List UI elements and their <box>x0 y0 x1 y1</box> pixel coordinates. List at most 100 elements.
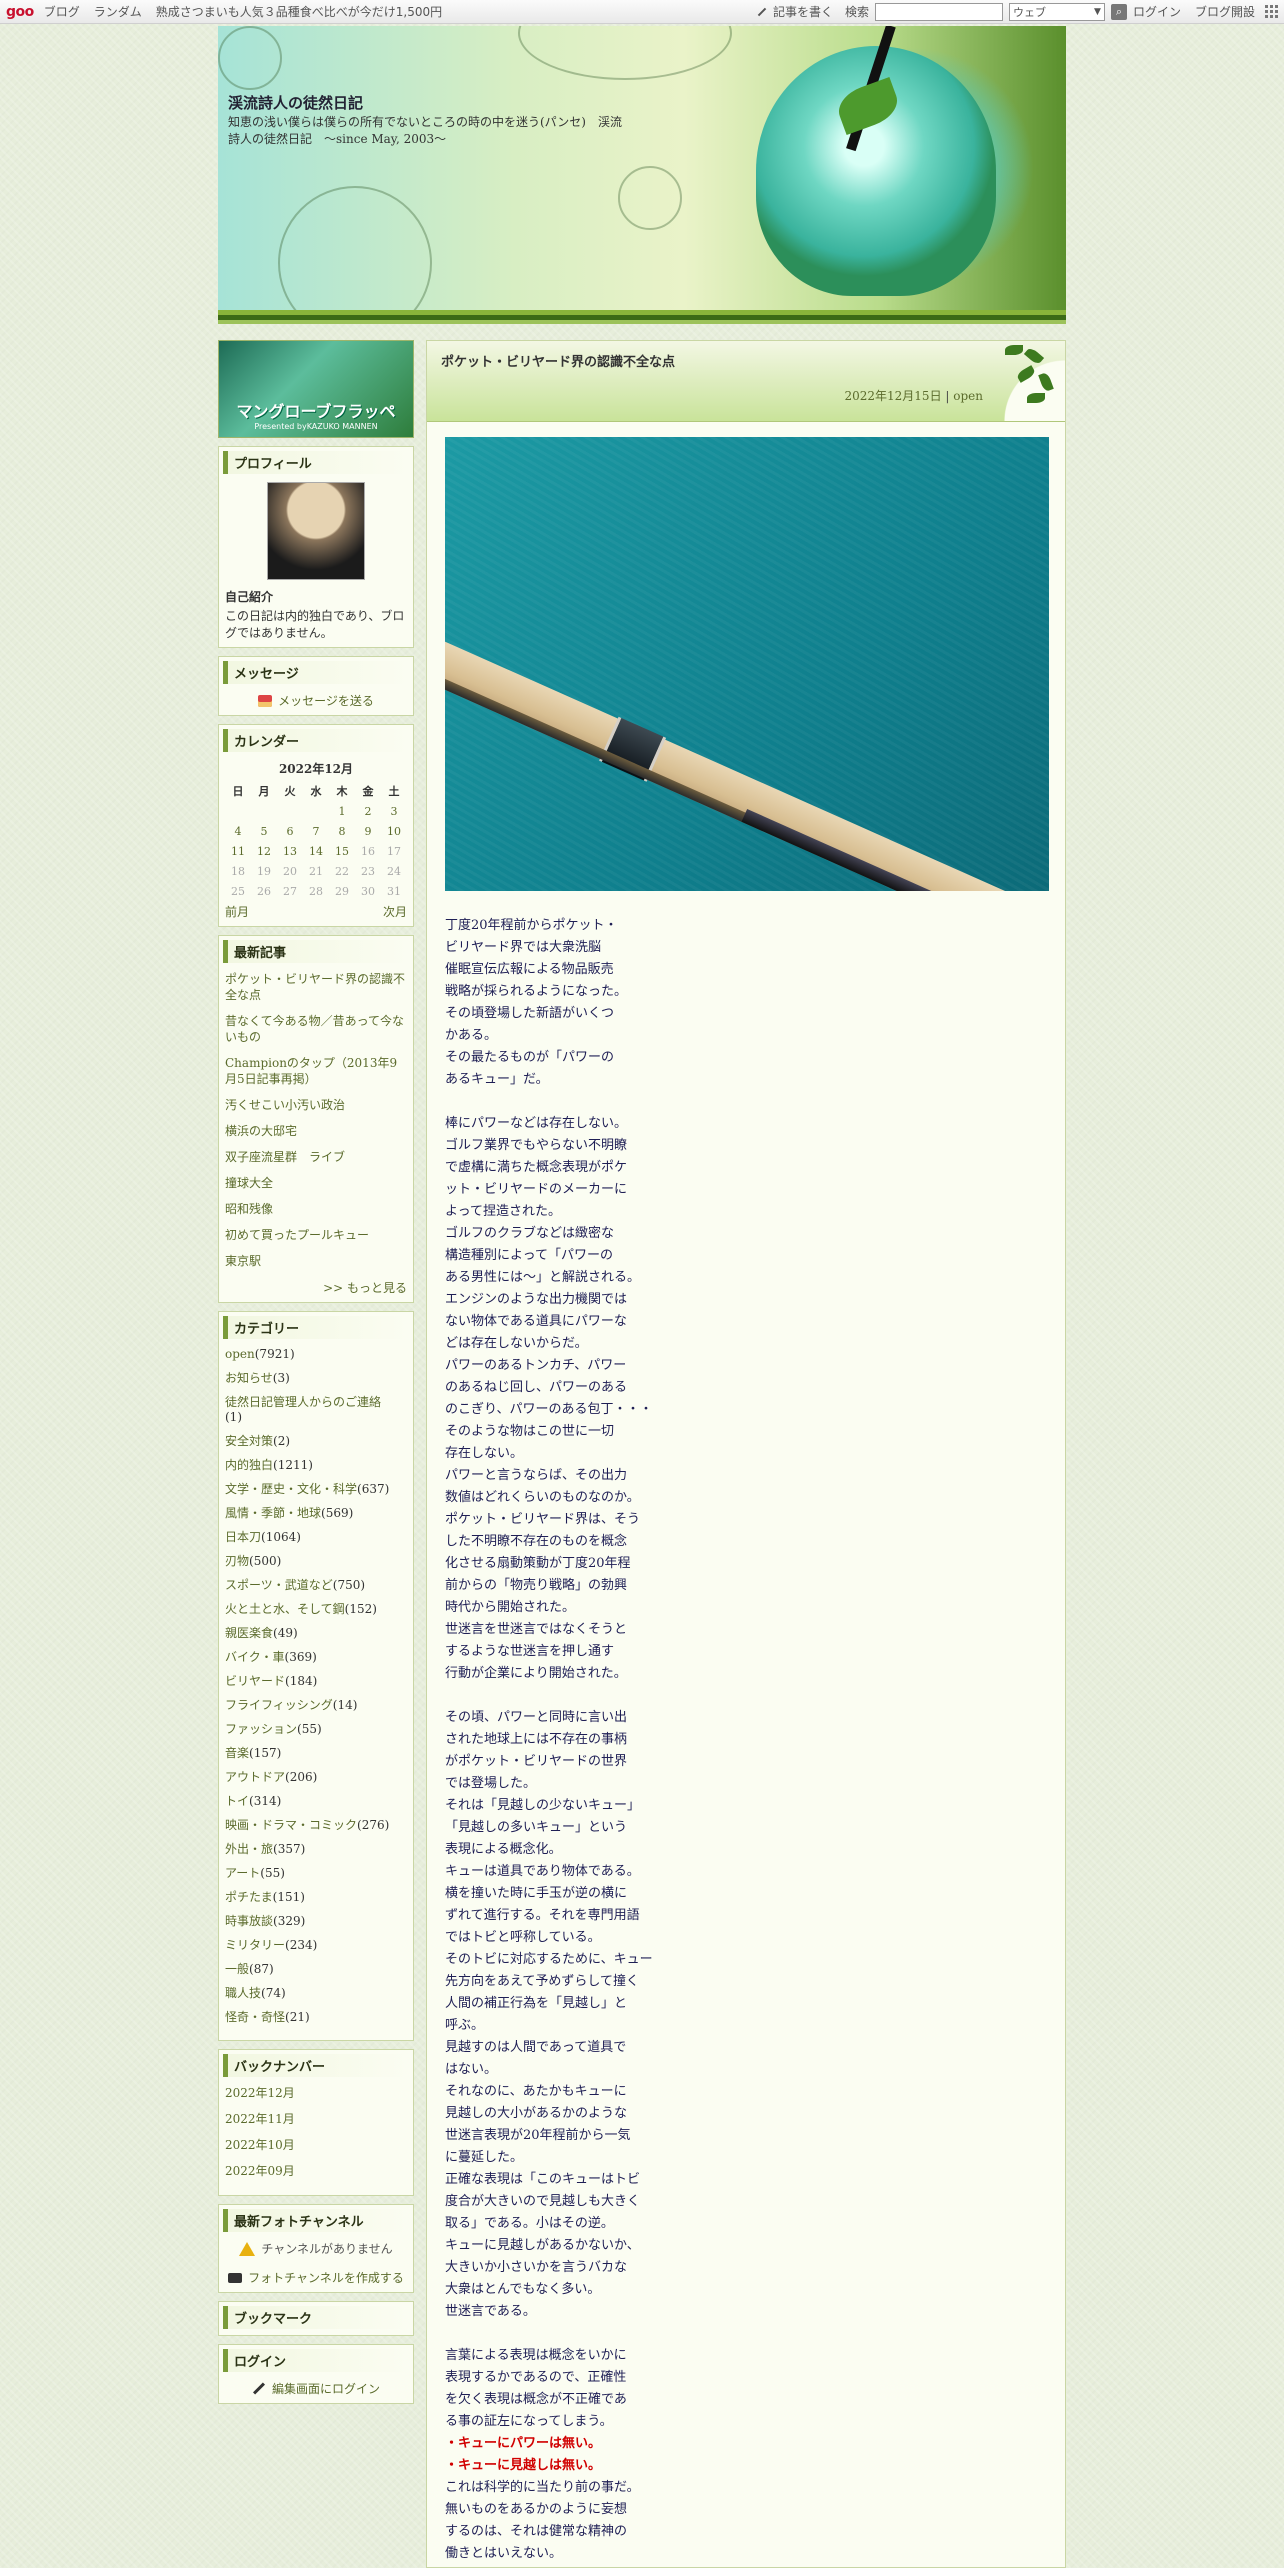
photochannel-heading: 最新フォトチャンネル <box>223 2209 409 2232</box>
calendar-day-link[interactable]: 4 <box>235 825 242 838</box>
blog-title[interactable]: 渓流詩人の徒然日記 <box>228 92 363 113</box>
category-link[interactable]: 一般 <box>225 1962 249 1976</box>
topbar-link-random[interactable]: ランダム <box>94 3 142 20</box>
category-link[interactable]: お知らせ <box>225 1371 273 1385</box>
recent-post-link[interactable]: 昭和残像 <box>225 1202 273 1216</box>
category-count: (151) <box>272 1890 305 1904</box>
search-button[interactable]: ⌕ <box>1110 3 1127 20</box>
calendar-day-link[interactable]: 13 <box>283 845 297 858</box>
recent-post-link[interactable]: 横浜の大邸宅 <box>225 1124 297 1138</box>
calendar-day-link[interactable]: 3 <box>391 805 398 818</box>
calendar-day-link[interactable]: 6 <box>287 825 294 838</box>
profile-box: プロフィール 自己紹介 この日記は内的独白であり、ブログではありません。 <box>218 446 414 648</box>
search-label: 検索 <box>844 5 869 19</box>
backnumber-link[interactable]: 2022年11月 <box>225 2112 295 2126</box>
recent-post-link[interactable]: 東京駅 <box>225 1254 261 1268</box>
category-link[interactable]: 親医楽食 <box>225 1626 273 1640</box>
create-channel-link[interactable]: フォトチャンネルを作成する <box>248 2269 404 2286</box>
calendar-next-link[interactable]: 次月 <box>383 903 407 920</box>
calendar-day-link[interactable]: 7 <box>313 825 320 838</box>
recent-post-link[interactable]: 撞球大全 <box>225 1176 273 1190</box>
search-scope-select[interactable]: ウェブ ▼ <box>1008 2 1105 21</box>
calendar-day-link[interactable]: 14 <box>309 845 323 858</box>
main-content: ポケット・ビリヤード界の認識不全な点 2022年12月15日 | open 丁度… <box>426 340 1066 2568</box>
category-link[interactable]: 怪奇・奇怪 <box>225 2010 285 2024</box>
category-link[interactable]: 日本刀 <box>225 1530 261 1544</box>
category-count: (74) <box>261 1986 286 2000</box>
category-link[interactable]: 時事放談 <box>225 1914 273 1928</box>
recent-post-link[interactable]: 初めて買ったプールキュー <box>225 1228 369 1242</box>
calendar-heading: カレンダー <box>223 729 409 752</box>
category-link[interactable]: 安全対策 <box>225 1434 273 1448</box>
category-link[interactable]: トイ <box>225 1794 249 1808</box>
blog-header: 渓流詩人の徒然日記 知恵の浅い僕らは僕らの所有でないところの時の中を迷う(パンセ… <box>218 26 1066 310</box>
grid-menu-icon[interactable] <box>1265 5 1278 18</box>
category-link[interactable]: スポーツ・武道など <box>225 1578 333 1592</box>
avatar[interactable] <box>267 482 365 580</box>
recent-posts-heading: 最新記事 <box>223 940 409 963</box>
category-link[interactable]: 風情・季節・地球 <box>225 1506 321 1520</box>
weekday-mon: 月 <box>258 785 270 798</box>
category-link[interactable]: アート <box>225 1866 260 1880</box>
calendar-day-link[interactable]: 12 <box>257 845 271 858</box>
cue-edge <box>445 649 1049 891</box>
category-count: (55) <box>297 1722 322 1736</box>
calendar-prev-link[interactable]: 前月 <box>225 903 249 920</box>
backnumber-link[interactable]: 2022年12月 <box>225 2086 295 2100</box>
recent-post-link[interactable]: Championのタップ（2013年9月5日記事再掲） <box>225 1056 397 1086</box>
send-message-link[interactable]: メッセージを送る <box>278 692 374 709</box>
topbar-ad-link[interactable]: 熟成さつまいも人気３品種食べ比べが今だけ1,500円 <box>156 3 442 20</box>
category-link[interactable]: フライフィッシング <box>225 1698 333 1712</box>
post-paragraph: 棒にパワーなどは存在しない。 ゴルフ業界でもやらない不明瞭 で虚構に満ちた概念表… <box>445 1116 653 1681</box>
category-link[interactable]: 文学・歴史・文化・科学 <box>225 1482 357 1496</box>
calendar-day-link[interactable]: 9 <box>365 825 372 838</box>
category-link[interactable]: 火と土と水、そして鋼 <box>225 1602 345 1616</box>
backnumber-link[interactable]: 2022年10月 <box>225 2138 295 2152</box>
login-link[interactable]: ログイン <box>1133 3 1181 20</box>
category-link[interactable]: 映画・ドラマ・コミック <box>225 1818 357 1832</box>
search-input[interactable] <box>874 2 1003 21</box>
calendar-day-link[interactable]: 5 <box>261 825 268 838</box>
category-link[interactable]: ポチたま <box>225 1890 273 1904</box>
recent-post-link[interactable]: 昔なくて今ある物／昔あって今ないもの <box>225 1014 404 1044</box>
no-channel-row: チャンネルがありません <box>225 2240 407 2257</box>
recent-post-link[interactable]: 双子座流星群 ライブ <box>225 1150 345 1164</box>
category-link[interactable]: ミリタリー <box>225 1938 285 1952</box>
backnumber-link[interactable]: 2022年09月 <box>225 2164 295 2178</box>
editor-login-link[interactable]: 編集画面にログイン <box>272 2380 380 2397</box>
calendar-day-link[interactable]: 10 <box>387 825 401 838</box>
category-link[interactable]: 刃物 <box>225 1554 249 1568</box>
topbar-link-blog[interactable]: ブログ <box>44 3 80 20</box>
post-date-link[interactable]: 2022年12月15日 <box>844 389 941 403</box>
category-link[interactable]: ビリヤード <box>225 1674 285 1688</box>
profile-intro-text: この日記は内的独白であり、ブログではありません。 <box>225 609 405 640</box>
post-photo[interactable] <box>445 437 1049 891</box>
category-link[interactable]: 音楽 <box>225 1746 249 1760</box>
category-link[interactable]: 外出・旅 <box>225 1842 273 1856</box>
calendar-day <box>251 801 277 821</box>
calendar-day-link[interactable]: 11 <box>231 845 245 858</box>
pencil-icon <box>252 2382 265 2395</box>
recent-post-link[interactable]: ポケット・ビリヤード界の認識不全な点 <box>225 972 405 1002</box>
recent-post-link[interactable]: 汚くせこい小汚い政治 <box>225 1098 345 1112</box>
category-link[interactable]: 内的独白 <box>225 1458 273 1472</box>
open-blog-link[interactable]: ブログ開設 <box>1195 3 1255 20</box>
category-link[interactable]: アウトドア <box>225 1770 285 1784</box>
category-link[interactable]: open <box>225 1347 255 1361</box>
category-count: (152) <box>344 1602 377 1616</box>
more-posts-link[interactable]: >> もっと見る <box>323 1281 407 1295</box>
calendar-day-link[interactable]: 8 <box>339 825 346 838</box>
template-banner[interactable]: マングローブフラッペ Presented byKAZUKO MANNEN <box>218 340 414 438</box>
calendar-day-link[interactable]: 2 <box>365 805 372 818</box>
post-category-link[interactable]: open <box>953 389 983 403</box>
emphasis-line: ・キューに見越しは無い。 <box>445 2458 602 2473</box>
goo-logo[interactable]: goo <box>6 4 34 20</box>
category-link[interactable]: バイク・車 <box>225 1650 285 1664</box>
category-link[interactable]: ファッション <box>225 1722 297 1736</box>
calendar-day-link[interactable]: 15 <box>335 845 349 858</box>
post-paragraph: その頃、パワーと同時に言い出 された地球上には不存在の事柄 がポケット・ビリヤー… <box>445 1710 653 2319</box>
category-link[interactable]: 職人技 <box>225 1986 261 2000</box>
write-post-link[interactable]: 記事を書く <box>773 3 833 20</box>
calendar-day-link[interactable]: 1 <box>339 805 346 818</box>
category-link[interactable]: 徒然日記管理人からのご連絡 <box>225 1395 381 1409</box>
